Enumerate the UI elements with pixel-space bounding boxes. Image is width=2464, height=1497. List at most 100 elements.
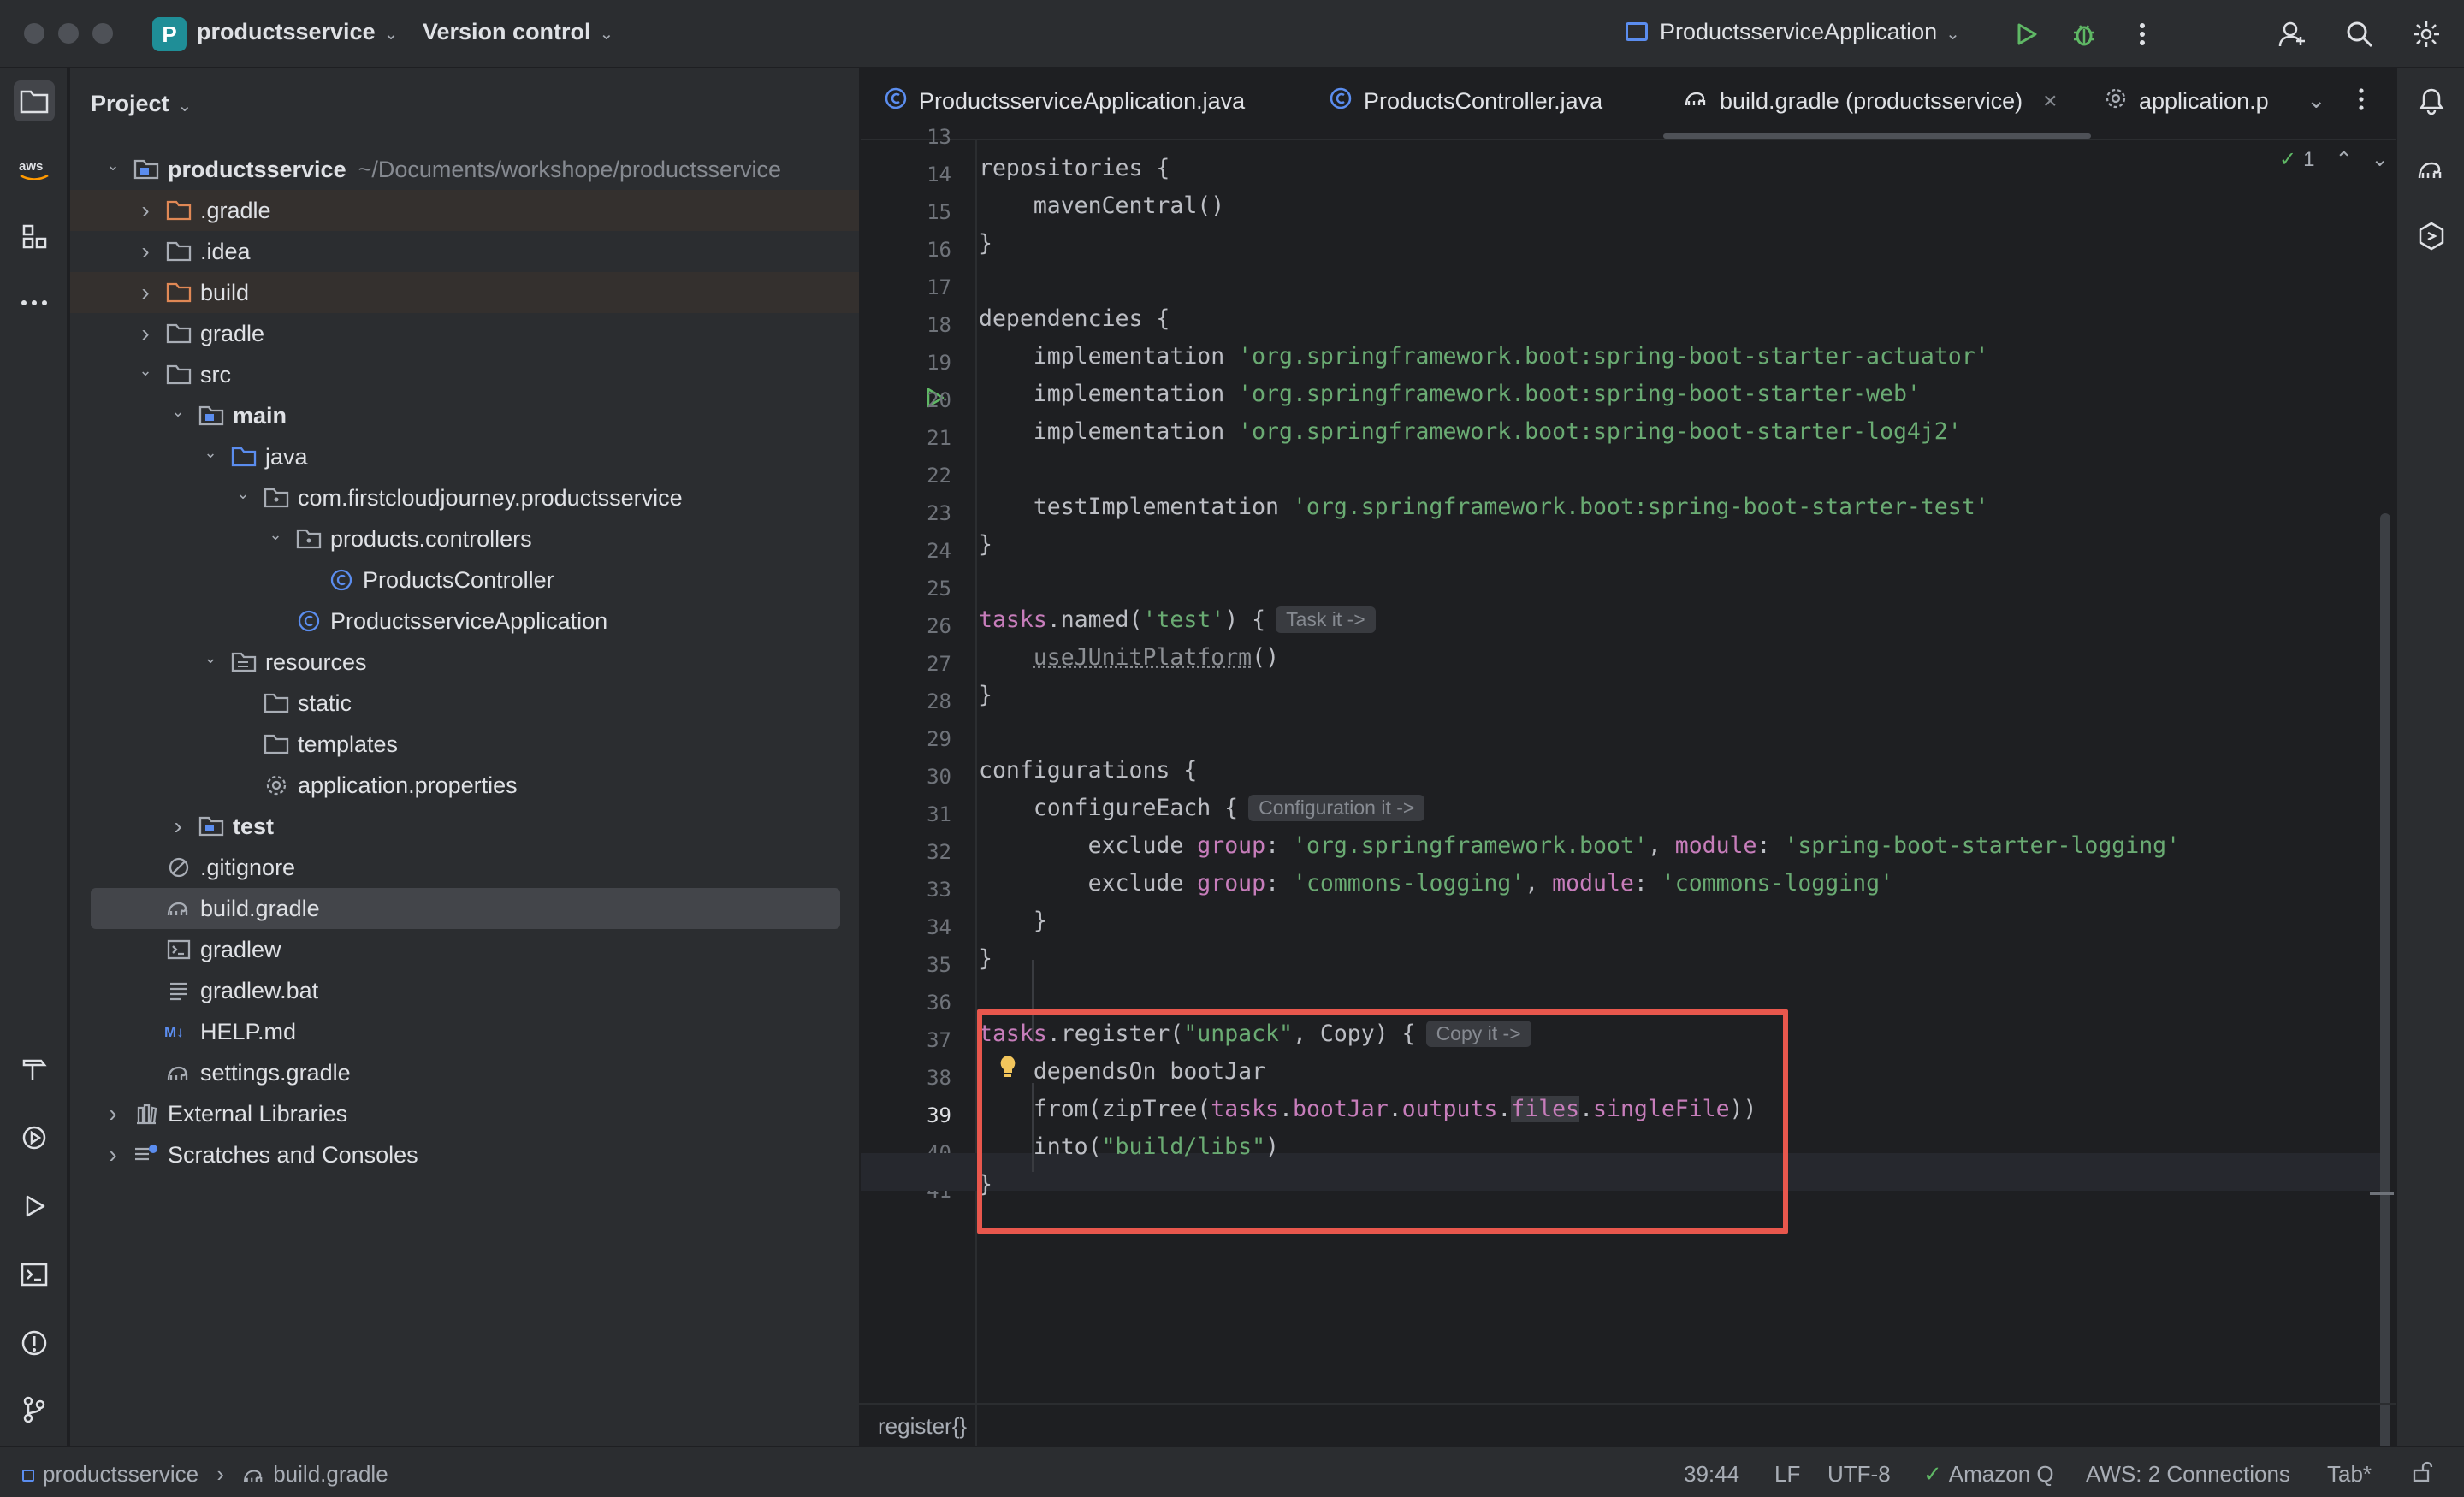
line-number[interactable]: 32 xyxy=(927,833,951,871)
chevron-right-icon[interactable]: › xyxy=(103,1100,123,1127)
line-number[interactable]: 15 xyxy=(927,193,951,231)
line-number[interactable]: 22 xyxy=(927,457,951,494)
run-tool-icon[interactable] xyxy=(14,1186,55,1227)
line-number[interactable]: 29 xyxy=(927,720,951,758)
close-icon[interactable]: × xyxy=(2043,87,2057,115)
line-number[interactable]: 18 xyxy=(927,306,951,344)
tree-item-productsserviceapplication[interactable]: ProductsserviceApplication xyxy=(70,601,859,642)
gradle-tool-icon[interactable] xyxy=(2411,149,2452,190)
project-folder-icon[interactable] xyxy=(14,80,55,121)
window-zoom-button[interactable] xyxy=(92,23,113,44)
chevron-right-icon[interactable]: › xyxy=(135,238,156,265)
line-number[interactable]: 38 xyxy=(927,1059,951,1097)
tree-item-resources[interactable]: ⌄ resources xyxy=(70,642,859,683)
tree-item-java[interactable]: ⌄ java xyxy=(70,436,859,477)
services-icon[interactable] xyxy=(14,1117,55,1158)
tree-item-src[interactable]: ⌄ src xyxy=(70,354,859,395)
aws-connections[interactable]: AWS: 2 Connections xyxy=(2086,1461,2290,1488)
file-encoding[interactable]: UTF-8 xyxy=(1827,1461,1891,1488)
tree-item-gradle[interactable]: › gradle xyxy=(70,313,859,354)
tab-application-properties[interactable]: application.p xyxy=(2103,87,2276,115)
add-user-icon[interactable] xyxy=(2274,15,2312,53)
chevron-down-icon[interactable]: ⌄ xyxy=(200,649,221,667)
git-branch-icon[interactable] xyxy=(14,1389,55,1430)
editor-breadcrumb[interactable]: register{} xyxy=(859,1403,2396,1446)
chevron-down-icon[interactable]: ⌄ xyxy=(103,157,123,175)
window-close-button[interactable] xyxy=(24,23,44,44)
line-number[interactable]: 35 xyxy=(927,946,951,984)
more-actions-icon[interactable] xyxy=(2123,15,2161,53)
line-number[interactable]: 24 xyxy=(927,532,951,570)
caret-position[interactable]: 39:44 xyxy=(1684,1461,1739,1488)
line-number[interactable]: 14 xyxy=(927,156,951,193)
chevron-right-icon[interactable]: › xyxy=(168,813,188,840)
tabs-more-icon[interactable] xyxy=(2358,87,2365,111)
tree-item-gradlew-bat[interactable]: gradlew.bat xyxy=(70,970,859,1011)
line-number[interactable]: 37 xyxy=(927,1021,951,1059)
search-icon[interactable] xyxy=(2341,15,2378,53)
chevron-down-icon[interactable]: ⌄ xyxy=(265,526,286,544)
tree-item-gradlew[interactable]: gradlew xyxy=(70,929,859,970)
indent-setting[interactable]: Tab* xyxy=(2327,1461,2372,1488)
build-hammer-icon[interactable] xyxy=(14,1049,55,1090)
line-number[interactable]: 31 xyxy=(927,796,951,833)
tree-item-productscontroller[interactable]: ProductsController xyxy=(70,559,859,601)
tab-build-gradle[interactable]: build.gradle (productsservice) × xyxy=(1684,87,2058,115)
amazon-q-icon[interactable] xyxy=(2411,216,2452,257)
chevron-right-icon[interactable]: › xyxy=(135,279,156,306)
line-number[interactable]: 27 xyxy=(927,645,951,683)
version-control-menu[interactable]: Version control ⌄ xyxy=(423,19,613,45)
tree-item-scratches-and-consoles[interactable]: › Scratches and Consoles xyxy=(70,1134,859,1175)
line-number[interactable]: 25 xyxy=(927,570,951,607)
line-number[interactable]: 26 xyxy=(927,607,951,645)
line-number[interactable]: 36 xyxy=(927,984,951,1021)
tree-item-static[interactable]: static xyxy=(70,683,859,724)
tree-item-build-gradle[interactable]: build.gradle xyxy=(91,888,840,929)
vertical-scrollbar[interactable] xyxy=(2380,513,2390,1471)
line-number[interactable]: 17 xyxy=(927,269,951,306)
tab-productscontroller[interactable]: ProductsController.java xyxy=(1328,87,1602,115)
chevron-right-icon[interactable]: › xyxy=(135,197,156,224)
line-separator[interactable]: LF xyxy=(1774,1461,1800,1488)
settings-gear-icon[interactable] xyxy=(2408,15,2445,53)
chevron-up-icon[interactable]: ⌃ xyxy=(2335,147,2352,172)
line-number[interactable]: 19 xyxy=(927,344,951,382)
tree-item-external-libraries[interactable]: › External Libraries xyxy=(70,1093,859,1134)
chevron-down-icon[interactable]: ⌄ xyxy=(200,444,221,462)
tree-item-products-controllers[interactable]: ⌄ products.controllers xyxy=(70,518,859,559)
tree-item-gradle[interactable]: › .gradle xyxy=(70,190,859,231)
line-number[interactable]: 13 xyxy=(927,118,951,156)
tree-item-idea[interactable]: › .idea xyxy=(70,231,859,272)
line-number[interactable]: 20 xyxy=(927,382,951,419)
tree-item-help-md[interactable]: M↓ HELP.md xyxy=(70,1011,859,1052)
inspection-widget[interactable]: ✓ 1 ⌃ ⌄ xyxy=(2279,147,2389,172)
structure-icon[interactable] xyxy=(14,216,55,257)
line-number[interactable]: 33 xyxy=(927,871,951,908)
tree-item-productsservice[interactable]: ⌄ productsservice ~/Documents/workshope/pr… xyxy=(70,149,859,190)
chevron-right-icon[interactable]: › xyxy=(103,1141,123,1169)
status-breadcrumb[interactable]: productsservice › build.gradle xyxy=(22,1461,388,1488)
chevron-down-icon[interactable]: ⌄ xyxy=(135,362,156,380)
line-number[interactable]: 30 xyxy=(927,758,951,796)
tree-item-settings-gradle[interactable]: settings.gradle xyxy=(70,1052,859,1093)
chevron-down-icon[interactable]: ⌄ xyxy=(233,485,253,503)
tree-item-application-properties[interactable]: application.properties xyxy=(70,765,859,806)
tree-item-templates[interactable]: templates xyxy=(70,724,859,765)
line-number[interactable]: 21 xyxy=(927,419,951,457)
line-number[interactable]: 16 xyxy=(927,231,951,269)
project-view-selector[interactable]: Project ⌄ xyxy=(91,91,192,117)
code-editor[interactable]: repositories { mavenCentral() } dependen… xyxy=(861,140,2384,1475)
tab-productsserviceapplication[interactable]: ProductsserviceApplication.java xyxy=(883,87,1245,115)
tree-item-main[interactable]: ⌄ main xyxy=(70,395,859,436)
chevron-down-icon[interactable]: ⌄ xyxy=(2372,147,2389,172)
terminal-icon[interactable] xyxy=(14,1254,55,1295)
more-tools-icon[interactable] xyxy=(14,282,55,323)
tree-item-gitignore[interactable]: .gitignore xyxy=(70,847,859,888)
problems-icon[interactable] xyxy=(14,1322,55,1364)
line-number[interactable]: 28 xyxy=(927,683,951,720)
lock-icon[interactable] xyxy=(2411,1461,2433,1489)
notifications-bell-icon[interactable] xyxy=(2411,80,2452,121)
line-number[interactable]: 39 xyxy=(927,1097,951,1134)
tree-item-com-firstcloudjourney-productsservice[interactable]: ⌄ com.firstcloudjourney.productsservice xyxy=(70,477,859,518)
run-icon[interactable] xyxy=(2007,15,2045,53)
